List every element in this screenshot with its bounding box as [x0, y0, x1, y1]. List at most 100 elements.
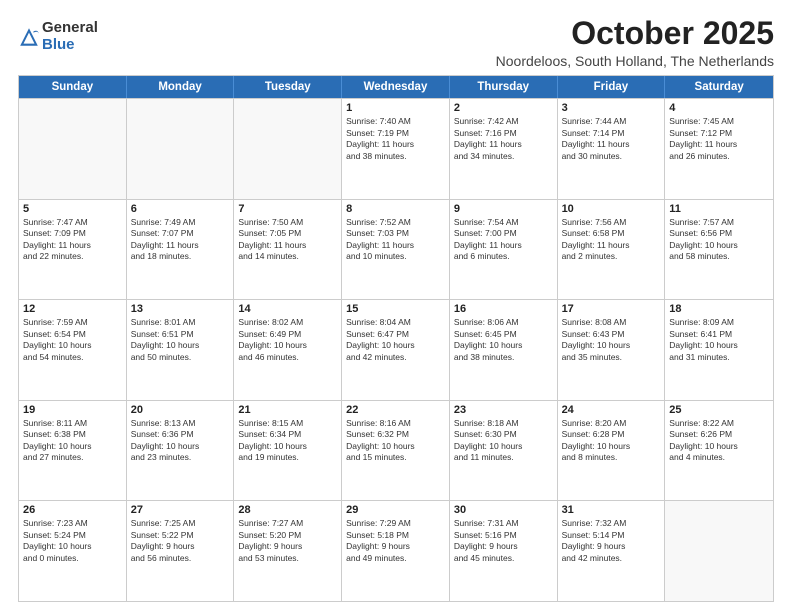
- day-info: Sunrise: 7:45 AM Sunset: 7:12 PM Dayligh…: [669, 116, 769, 162]
- day-info: Sunrise: 8:20 AM Sunset: 6:28 PM Dayligh…: [562, 418, 661, 464]
- day-number: 25: [669, 404, 769, 416]
- day-number: 30: [454, 504, 553, 516]
- day-number: 24: [562, 404, 661, 416]
- day-info: Sunrise: 8:02 AM Sunset: 6:49 PM Dayligh…: [238, 317, 337, 363]
- calendar-cell-14: 14Sunrise: 8:02 AM Sunset: 6:49 PM Dayli…: [234, 300, 342, 400]
- logo-text: General Blue: [42, 20, 98, 53]
- calendar-cell-27: 27 Sunrise: 7:25 AM Sunset: 5:22 PM Dayli…: [127, 501, 235, 601]
- day-info: Sunrise: 7:29 AM Sunset: 5:18 PM Dayligh…: [346, 518, 445, 564]
- day-number: 28: [238, 504, 337, 516]
- calendar-cell-15: 15Sunrise: 8:04 AM Sunset: 6:47 PM Dayli…: [342, 300, 450, 400]
- calendar-cell-20: 20 Sunrise: 8:13 AM Sunset: 6:36 PM Dayli…: [127, 401, 235, 501]
- calendar-cell-18: 18 Sunrise: 8:09 AM Sunset: 6:41 PM Dayli…: [665, 300, 773, 400]
- weekday-header-monday: Monday: [127, 76, 235, 98]
- day-number: 18: [669, 303, 769, 315]
- day-info: Sunrise: 7:32 AM Sunset: 5:14 PM Dayligh…: [562, 518, 661, 564]
- calendar-row-1: 1 Sunrise: 7:40 AM Sunset: 7:19 PM Daylig…: [19, 98, 773, 199]
- calendar-row-4: 19 Sunrise: 8:11 AM Sunset: 6:38 PM Dayli…: [19, 400, 773, 501]
- day-number: 19: [23, 404, 122, 416]
- day-number: 22: [346, 404, 445, 416]
- logo-general: General: [42, 20, 98, 37]
- calendar-cell-10: 10Sunrise: 7:56 AM Sunset: 6:58 PM Dayli…: [558, 200, 666, 300]
- day-info: Sunrise: 8:13 AM Sunset: 6:36 PM Dayligh…: [131, 418, 230, 464]
- day-number: 2: [454, 102, 553, 114]
- page: General Blue October 2025 Noordeloos, So…: [0, 0, 792, 612]
- day-number: 26: [23, 504, 122, 516]
- day-info: Sunrise: 7:50 AM Sunset: 7:05 PM Dayligh…: [238, 217, 337, 263]
- day-number: 23: [454, 404, 553, 416]
- calendar: SundayMondayTuesdayWednesdayThursdayFrid…: [18, 75, 774, 602]
- calendar-cell-29: 29 Sunrise: 7:29 AM Sunset: 5:18 PM Dayli…: [342, 501, 450, 601]
- calendar-cell-19: 19 Sunrise: 8:11 AM Sunset: 6:38 PM Dayli…: [19, 401, 127, 501]
- calendar-cell-24: 24 Sunrise: 8:20 AM Sunset: 6:28 PM Dayli…: [558, 401, 666, 501]
- day-info: Sunrise: 8:01 AM Sunset: 6:51 PM Dayligh…: [131, 317, 230, 363]
- title-block: October 2025 Noordeloos, South Holland, …: [496, 16, 774, 69]
- day-number: 13: [131, 303, 230, 315]
- day-number: 20: [131, 404, 230, 416]
- day-info: Sunrise: 8:15 AM Sunset: 6:34 PM Dayligh…: [238, 418, 337, 464]
- calendar-cell-2: 2 Sunrise: 7:42 AM Sunset: 7:16 PM Daylig…: [450, 99, 558, 199]
- day-number: 31: [562, 504, 661, 516]
- day-info: Sunrise: 8:11 AM Sunset: 6:38 PM Dayligh…: [23, 418, 122, 464]
- calendar-cell-4: 4 Sunrise: 7:45 AM Sunset: 7:12 PM Daylig…: [665, 99, 773, 199]
- day-info: Sunrise: 8:18 AM Sunset: 6:30 PM Dayligh…: [454, 418, 553, 464]
- day-number: 16: [454, 303, 553, 315]
- calendar-cell-28: 28Sunrise: 7:27 AM Sunset: 5:20 PM Dayli…: [234, 501, 342, 601]
- weekday-header-saturday: Saturday: [665, 76, 773, 98]
- day-number: 10: [562, 203, 661, 215]
- day-info: Sunrise: 7:57 AM Sunset: 6:56 PM Dayligh…: [669, 217, 769, 263]
- day-info: Sunrise: 8:06 AM Sunset: 6:45 PM Dayligh…: [454, 317, 553, 363]
- day-number: 4: [669, 102, 769, 114]
- day-info: Sunrise: 8:04 AM Sunset: 6:47 PM Dayligh…: [346, 317, 445, 363]
- day-number: 6: [131, 203, 230, 215]
- calendar-cell-26: 26 Sunrise: 7:23 AM Sunset: 5:24 PM Dayli…: [19, 501, 127, 601]
- day-info: Sunrise: 8:22 AM Sunset: 6:26 PM Dayligh…: [669, 418, 769, 464]
- logo-blue: Blue: [42, 37, 98, 54]
- calendar-cell-empty: [19, 99, 127, 199]
- day-number: 21: [238, 404, 337, 416]
- calendar-cell-22: 22Sunrise: 8:16 AM Sunset: 6:32 PM Dayli…: [342, 401, 450, 501]
- day-number: 12: [23, 303, 122, 315]
- day-info: Sunrise: 7:40 AM Sunset: 7:19 PM Dayligh…: [346, 116, 445, 162]
- day-info: Sunrise: 7:49 AM Sunset: 7:07 PM Dayligh…: [131, 217, 230, 263]
- weekday-header-tuesday: Tuesday: [234, 76, 342, 98]
- calendar-header: SundayMondayTuesdayWednesdayThursdayFrid…: [19, 76, 773, 98]
- weekday-header-friday: Friday: [558, 76, 666, 98]
- day-info: Sunrise: 7:42 AM Sunset: 7:16 PM Dayligh…: [454, 116, 553, 162]
- day-info: Sunrise: 7:47 AM Sunset: 7:09 PM Dayligh…: [23, 217, 122, 263]
- logo: General Blue: [18, 20, 98, 53]
- day-info: Sunrise: 7:25 AM Sunset: 5:22 PM Dayligh…: [131, 518, 230, 564]
- day-number: 27: [131, 504, 230, 516]
- calendar-cell-16: 16 Sunrise: 8:06 AM Sunset: 6:45 PM Dayli…: [450, 300, 558, 400]
- day-info: Sunrise: 7:23 AM Sunset: 5:24 PM Dayligh…: [23, 518, 122, 564]
- day-number: 9: [454, 203, 553, 215]
- day-number: 29: [346, 504, 445, 516]
- calendar-cell-21: 21 Sunrise: 8:15 AM Sunset: 6:34 PM Dayli…: [234, 401, 342, 501]
- day-info: Sunrise: 7:31 AM Sunset: 5:16 PM Dayligh…: [454, 518, 553, 564]
- calendar-cell-23: 23 Sunrise: 8:18 AM Sunset: 6:30 PM Dayli…: [450, 401, 558, 501]
- calendar-cell-30: 30 Sunrise: 7:31 AM Sunset: 5:16 PM Dayli…: [450, 501, 558, 601]
- day-number: 7: [238, 203, 337, 215]
- logo-icon: [18, 26, 40, 48]
- weekday-header-thursday: Thursday: [450, 76, 558, 98]
- location-subtitle: Noordeloos, South Holland, The Netherlan…: [496, 53, 774, 69]
- day-info: Sunrise: 7:54 AM Sunset: 7:00 PM Dayligh…: [454, 217, 553, 263]
- day-info: Sunrise: 7:44 AM Sunset: 7:14 PM Dayligh…: [562, 116, 661, 162]
- calendar-cell-8: 8Sunrise: 7:52 AM Sunset: 7:03 PM Daylig…: [342, 200, 450, 300]
- day-number: 17: [562, 303, 661, 315]
- day-number: 8: [346, 203, 445, 215]
- calendar-row-2: 5 Sunrise: 7:47 AM Sunset: 7:09 PM Daylig…: [19, 199, 773, 300]
- day-info: Sunrise: 8:09 AM Sunset: 6:41 PM Dayligh…: [669, 317, 769, 363]
- calendar-cell-3: 3Sunrise: 7:44 AM Sunset: 7:14 PM Daylig…: [558, 99, 666, 199]
- calendar-cell-1: 1 Sunrise: 7:40 AM Sunset: 7:19 PM Daylig…: [342, 99, 450, 199]
- weekday-header-wednesday: Wednesday: [342, 76, 450, 98]
- calendar-cell-7: 7 Sunrise: 7:50 AM Sunset: 7:05 PM Daylig…: [234, 200, 342, 300]
- calendar-cell-empty: [127, 99, 235, 199]
- header: General Blue October 2025 Noordeloos, So…: [18, 16, 774, 69]
- day-number: 1: [346, 102, 445, 114]
- month-title: October 2025: [496, 16, 774, 51]
- day-number: 5: [23, 203, 122, 215]
- calendar-cell-25: 25 Sunrise: 8:22 AM Sunset: 6:26 PM Dayli…: [665, 401, 773, 501]
- calendar-row-5: 26 Sunrise: 7:23 AM Sunset: 5:24 PM Dayli…: [19, 500, 773, 601]
- calendar-cell-6: 6 Sunrise: 7:49 AM Sunset: 7:07 PM Daylig…: [127, 200, 235, 300]
